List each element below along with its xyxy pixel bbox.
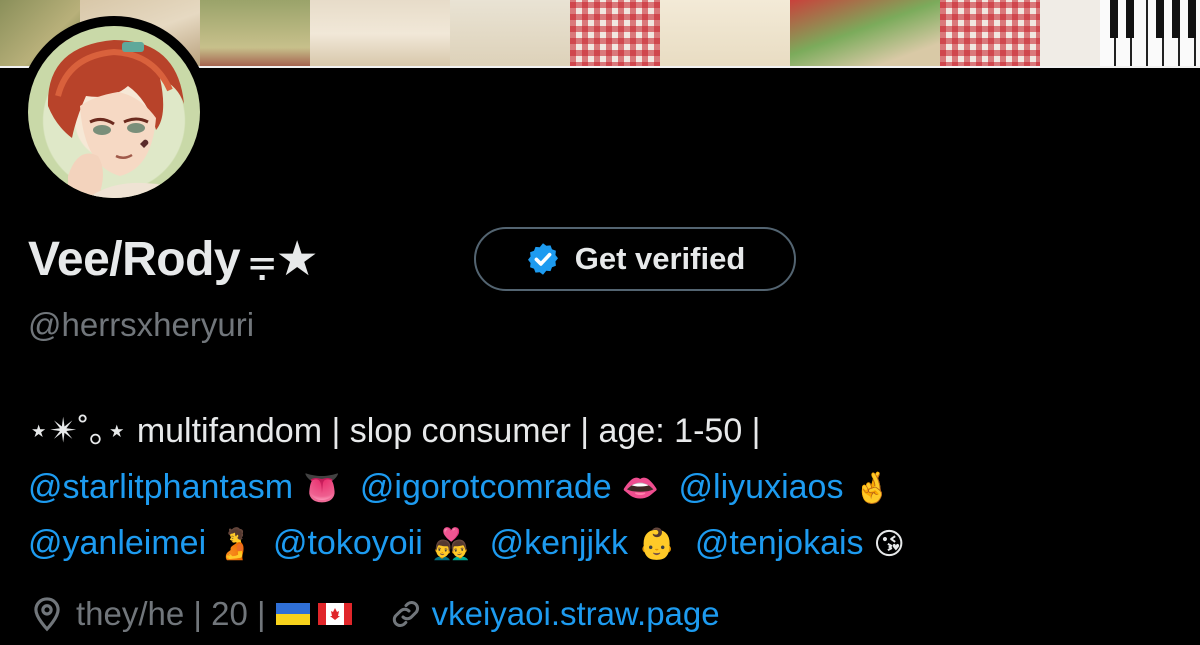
bio-line-3: @yanleimei 🫄 @tokoyoii 👨‍❤️‍👨 @kenjjkk 👶 @t…	[28, 515, 1188, 571]
emoji-pregnant-man: 🫄	[216, 527, 254, 562]
emoji-crossed-fingers: 🤞	[853, 471, 891, 506]
location-text: they/he | 20 |	[76, 595, 266, 632]
display-name-text: Vee/Rody	[28, 233, 241, 286]
get-verified-button[interactable]: Get verified	[474, 227, 796, 291]
profile-avatar[interactable]	[18, 16, 210, 208]
emoji-baby: 👶	[638, 527, 676, 562]
profile-meta: they/he | 20 | vkeiyaoi.straw.page	[28, 588, 720, 640]
mention-link[interactable]: @starlitphantasm	[28, 468, 293, 506]
mention-link[interactable]: @liyuxiaos	[679, 468, 844, 506]
display-name: Vee/Rody ⩦★	[28, 228, 319, 292]
canada-flag	[317, 603, 352, 625]
mention-link[interactable]: @yanleimei	[28, 524, 206, 562]
ukraine-flag	[275, 603, 310, 625]
emoji-tongue: 👅	[303, 471, 341, 506]
avatar-image	[28, 26, 200, 198]
verified-badge-icon	[527, 243, 558, 275]
mention-link[interactable]: @tenjokais	[695, 524, 864, 562]
mention-link[interactable]: @kenjjkk	[490, 524, 628, 562]
emoji-kiss: 😘	[873, 527, 905, 562]
mention-link[interactable]: @igorotcomrade	[360, 468, 612, 506]
link-icon	[392, 600, 419, 628]
bio-line-2: @starlitphantasm 👅 @igorotcomrade 👄 @liyux…	[28, 459, 1188, 515]
user-handle: @herrsxheryuri	[28, 306, 255, 343]
mention-link[interactable]: @tokoyoii	[273, 524, 423, 562]
location-pin-icon	[34, 597, 60, 632]
emoji-couple-heart: 👨‍❤️‍👨	[432, 527, 471, 562]
display-name-decoration: ⩦★	[248, 233, 319, 286]
website-link[interactable]: vkeiyaoi.straw.page	[432, 595, 720, 633]
emoji-lips: 👄	[621, 471, 660, 506]
get-verified-label: Get verified	[574, 241, 746, 276]
profile-bio: ⋆✴︎˚｡⋆ multifandom | slop consumer | age…	[28, 403, 1188, 571]
bio-line-1: ⋆✴︎˚｡⋆ multifandom | slop consumer | age…	[28, 412, 761, 450]
